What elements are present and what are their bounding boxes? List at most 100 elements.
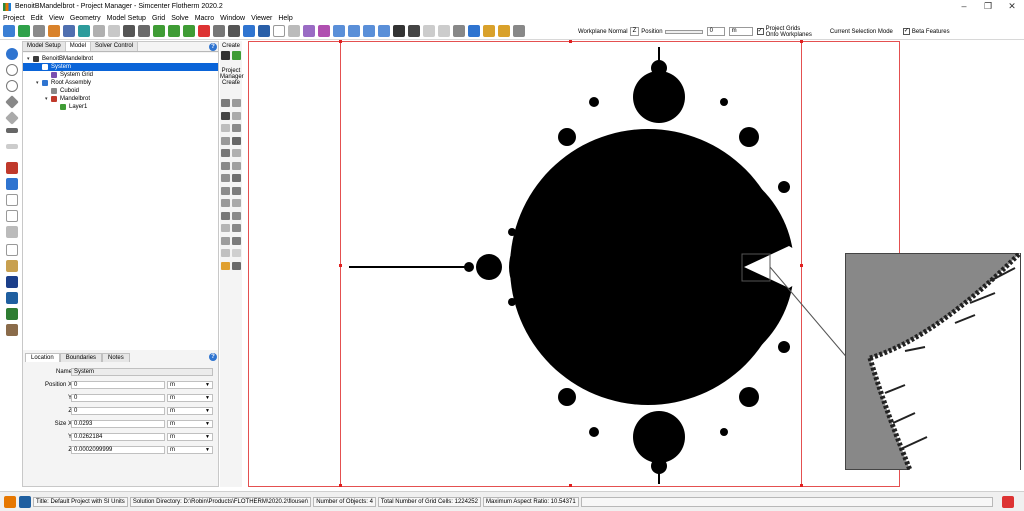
tab-solver-control[interactable]: Solver Control [91,42,139,51]
create-object-icon[interactable] [232,149,241,157]
c-logo-icon[interactable] [6,292,18,304]
tree-item[interactable]: Cuboid [45,87,79,95]
create-object-icon[interactable] [232,111,241,120]
view-side-icon[interactable] [363,25,375,37]
attach-icon[interactable] [183,25,195,37]
tab-notes[interactable]: Notes [102,353,130,362]
paste-icon[interactable] [123,25,135,37]
table-icon[interactable] [78,25,90,37]
create-object-icon[interactable] [232,174,241,182]
menu-geometry[interactable]: Geometry [67,15,104,22]
property-value-field[interactable]: 0.0262184 [71,433,165,441]
view-front-icon[interactable] [333,25,345,37]
axis-icon[interactable] [483,25,495,37]
monitor-icon[interactable] [6,276,18,288]
menu-macro[interactable]: Macro [192,15,217,22]
create-object-icon[interactable] [232,199,241,207]
create-object-icon[interactable] [221,186,230,195]
create-object-icon[interactable] [232,124,241,132]
fan-icon[interactable] [6,226,18,238]
create-object-icon[interactable] [221,211,230,220]
create-object-icon[interactable] [221,224,230,232]
down-arrow-icon[interactable] [6,80,18,92]
tree-item[interactable]: System Grid [45,71,93,79]
create-object-icon[interactable] [232,211,241,220]
screenshot-icon[interactable] [408,25,420,37]
tree-item[interactable]: System [23,63,218,71]
unit-select[interactable]: m ▼ [167,420,213,428]
info-icon[interactable] [6,48,18,60]
rotate-left-icon[interactable] [423,25,435,37]
property-value-field[interactable]: 0 [71,394,165,402]
align-icon[interactable] [153,25,165,37]
cube-shaded-icon[interactable] [258,25,270,37]
select-icon[interactable] [288,25,300,37]
minimize-button[interactable]: – [952,0,976,13]
face-select-icon[interactable] [318,25,330,37]
unit-select[interactable]: m ▼ [167,407,213,415]
create-secondary-icon[interactable] [232,51,241,60]
undo-icon[interactable] [198,25,210,37]
unit-select[interactable]: m ▼ [167,381,213,389]
create-object-icon[interactable] [232,99,241,107]
create-object-icon[interactable] [221,111,230,120]
graphics-viewport[interactable] [248,40,900,487]
source-icon[interactable] [6,162,18,174]
grid-frame-icon[interactable] [6,210,18,222]
center-icon[interactable] [498,25,510,37]
create-object-icon[interactable] [221,161,230,170]
close-button[interactable]: ✕ [1000,0,1024,13]
snap-icon[interactable] [168,25,180,37]
menu-help[interactable]: Help [275,15,295,22]
property-value-field[interactable]: 0 [71,407,165,415]
beta-features-checkbox[interactable]: ✓ [902,28,910,35]
box-select-icon[interactable] [303,25,315,37]
menu-project[interactable]: Project [0,15,28,22]
copy-icon[interactable] [108,25,120,37]
frame-icon[interactable] [6,194,18,206]
workplane-normal-select[interactable]: Z [629,27,640,36]
property-value-field[interactable]: 0.0293 [71,420,165,428]
create-object-icon[interactable] [232,236,241,245]
property-value-field[interactable]: 0 [71,381,165,389]
create-object-icon[interactable] [221,236,230,245]
menu-view[interactable]: View [46,15,67,22]
grid-icon[interactable] [63,25,75,37]
tab-boundaries[interactable]: Boundaries [59,353,103,362]
unit-select[interactable]: m ▼ [167,446,213,454]
group-icon[interactable] [453,25,465,37]
pointer-icon[interactable] [273,25,285,37]
create-object-icon[interactable] [232,261,241,270]
view-iso-icon[interactable] [378,25,390,37]
error-icon[interactable] [1002,495,1014,508]
camera-icon[interactable] [393,25,405,37]
cube-wire-icon[interactable] [228,25,240,37]
position-unit-select[interactable]: m [728,27,753,36]
question-icon[interactable] [6,178,18,190]
unit-select[interactable]: m ▼ [167,433,213,441]
pencil-icon[interactable] [6,324,18,336]
move-icon[interactable] [468,25,480,37]
image-icon[interactable] [6,260,18,272]
create-object-icon[interactable] [221,199,230,207]
tree-item[interactable]: Layer1 [54,103,87,111]
create-object-icon[interactable] [221,261,230,270]
tab-location[interactable]: Location [25,353,60,362]
tree-item[interactable]: ▾ Mandelbrot [45,95,90,103]
new-icon[interactable] [18,25,30,37]
glasses-icon[interactable] [6,128,18,133]
create-primary-icon[interactable] [221,51,230,60]
save-icon[interactable] [3,25,15,37]
rotate-right-icon[interactable] [438,25,450,37]
blank-icon[interactable] [6,244,18,256]
distribute-icon[interactable] [138,25,150,37]
menu-model-setup[interactable]: Model Setup [104,15,149,22]
create-object-icon[interactable] [221,149,230,157]
assembly-icon[interactable] [48,25,60,37]
create-object-icon[interactable] [232,224,241,232]
create-object-icon[interactable] [232,249,241,257]
property-value-field[interactable]: 0.0002099999 [71,446,165,454]
up-arrow-icon[interactable] [6,64,18,76]
create-object-icon[interactable] [232,136,241,145]
menu-window[interactable]: Window [217,15,248,22]
